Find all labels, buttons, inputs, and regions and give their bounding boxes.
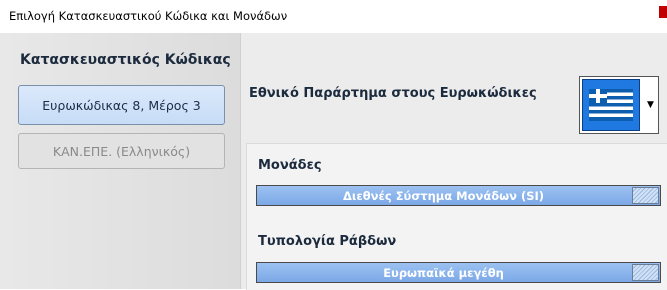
national-annex-label: Εθνικό Παράρτημα στους Ευρωκώδικες bbox=[249, 86, 537, 101]
eurocode-button-label: Ευρωκώδικας 8, Μέρος 3 bbox=[42, 97, 201, 113]
eurocode-8-part-3-button[interactable]: Ευρωκώδικας 8, Μέρος 3 bbox=[18, 85, 225, 125]
units-value: Διεθνές Σύστημα Μονάδων (SI) bbox=[342, 188, 545, 203]
close-button[interactable] bbox=[659, 6, 667, 18]
dropdown-arrow-icon[interactable]: ▼ bbox=[643, 77, 658, 133]
kanepe-button: ΚΑΝ.ΕΠΕ. (Ελληνικός) bbox=[18, 133, 225, 169]
units-dropdown-button[interactable] bbox=[632, 187, 659, 204]
window-title: Επιλογή Κατασκευαστικού Κώδικα και Μονάδ… bbox=[9, 9, 288, 23]
rebar-value: Ευρωπαϊκά μεγέθη bbox=[383, 265, 504, 280]
rebar-dropdown[interactable]: Ευρωπαϊκά μεγέθη bbox=[256, 262, 661, 283]
greece-flag-icon bbox=[582, 79, 640, 131]
code-selection-panel: Κατασκευαστικός Κώδικας Ευρωκώδικας 8, Μ… bbox=[0, 33, 241, 289]
rebar-label: Τυπολογία Ράβδων bbox=[258, 234, 397, 249]
settings-panel: Εθνικό Παράρτημα στους Ευρωκώδικες ▼ Μον… bbox=[241, 33, 667, 290]
kanepe-button-label: ΚΑΝ.ΕΠΕ. (Ελληνικός) bbox=[52, 143, 191, 159]
code-heading: Κατασκευαστικός Κώδικας bbox=[20, 52, 231, 68]
national-annex-dropdown[interactable]: ▼ bbox=[579, 76, 659, 134]
units-label: Μονάδες bbox=[258, 158, 322, 173]
units-dropdown[interactable]: Διεθνές Σύστημα Μονάδων (SI) bbox=[256, 185, 661, 206]
units-section: Μονάδες Διεθνές Σύστημα Μονάδων (SI) Τυπ… bbox=[246, 143, 667, 290]
title-bar: Επιλογή Κατασκευαστικού Κώδικα και Μονάδ… bbox=[0, 0, 667, 32]
rebar-dropdown-button[interactable] bbox=[632, 264, 659, 281]
